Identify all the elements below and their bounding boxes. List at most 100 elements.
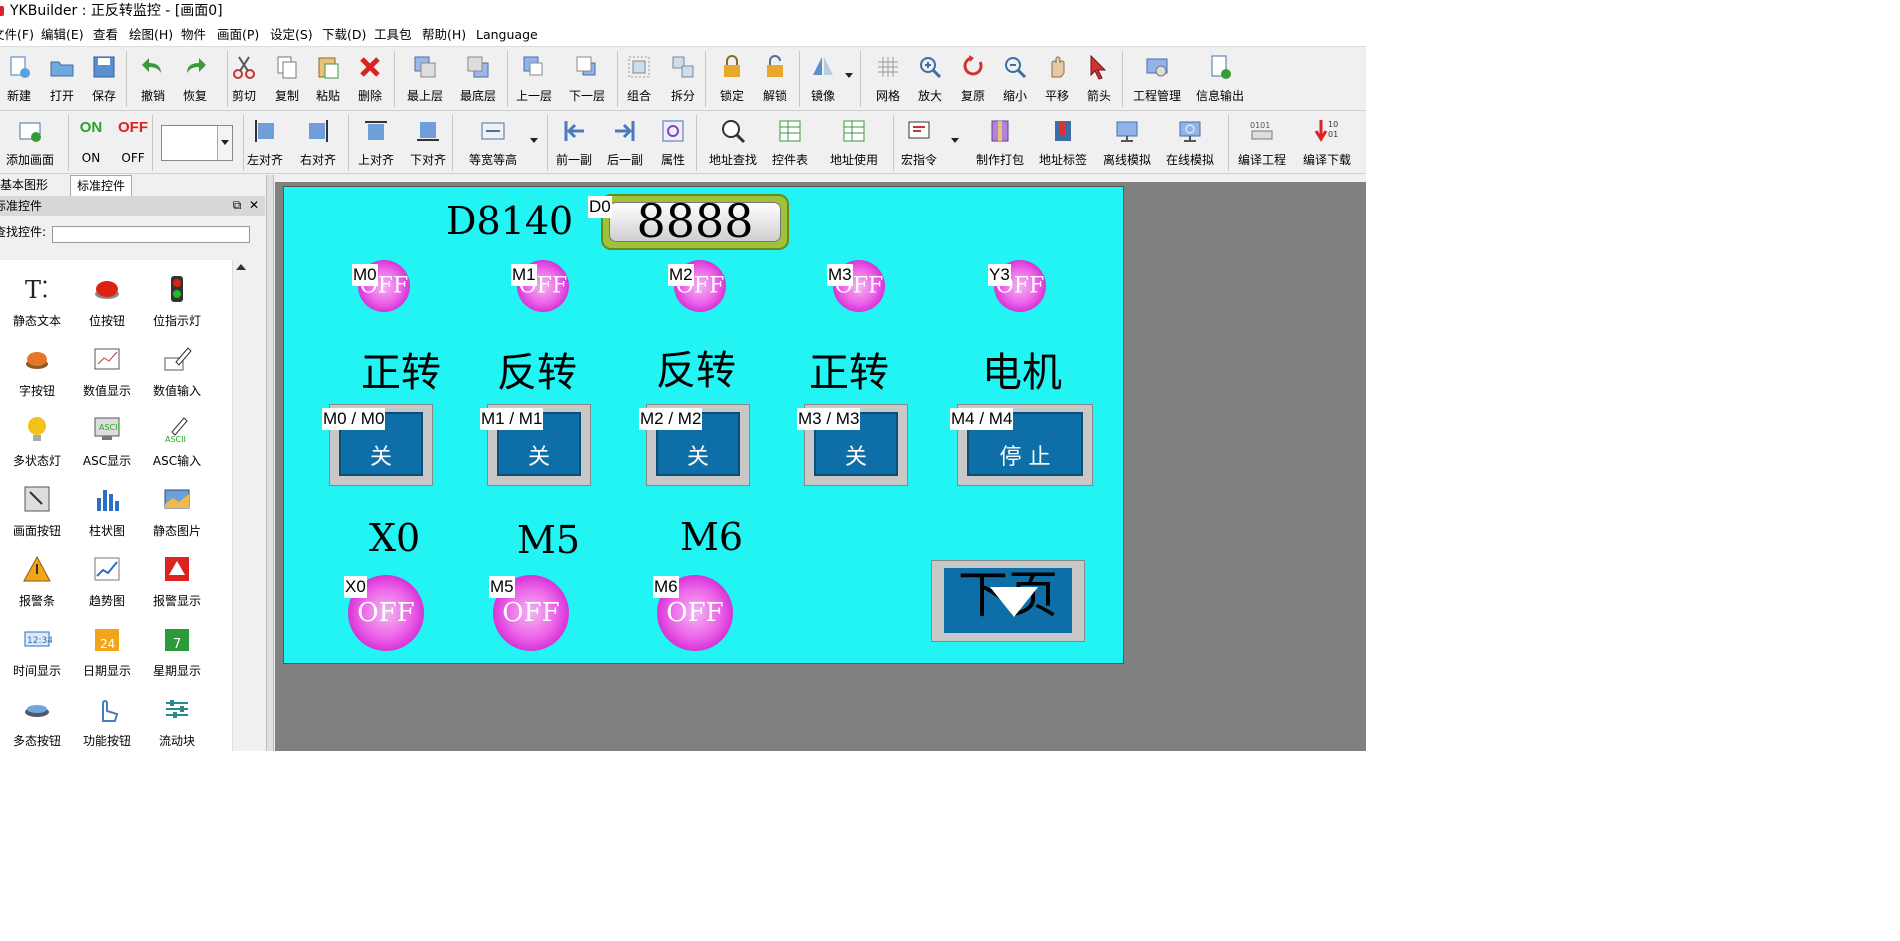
toolbar-button-address-tag[interactable]: 地址标签 <box>1038 111 1088 173</box>
toolbar-separator <box>152 115 153 171</box>
toolbar-button-align-left[interactable]: 左对齐 <box>240 111 290 173</box>
toolbar-button-send-to-back[interactable]: 最底层 <box>453 47 503 109</box>
palette-item-date-display[interactable]: 24 日期显示 <box>72 620 142 682</box>
palette-item-static-picture[interactable]: 静态图片 <box>142 480 212 542</box>
toolbar-button-add-screen[interactable]: 添加画面 <box>5 111 55 173</box>
menu-item-2[interactable]: 查看 <box>93 24 118 46</box>
palette-item-numeric-input[interactable]: 数值输入 <box>142 340 212 402</box>
menu-item-4[interactable]: 物件 <box>181 24 206 46</box>
toolbar-button-label: 最底层 <box>459 89 496 103</box>
toolbar-button-align-right[interactable]: 右对齐 <box>293 111 343 173</box>
toolbar-button-package[interactable]: 制作打包 <box>975 111 1025 173</box>
tab-basic-shapes[interactable]: 基本图形 <box>0 175 54 195</box>
same-size-dropdown-icon[interactable] <box>530 138 538 143</box>
toolbar-button-label: 地址查找 <box>708 153 757 167</box>
toolbar-button-send-backward[interactable]: 下一层 <box>562 47 612 109</box>
palette-item-static-text[interactable]: T 静态文本 <box>2 270 72 332</box>
static-text-icon: T <box>22 274 52 304</box>
tab-standard-controls[interactable]: 标准控件 <box>70 175 133 196</box>
display-address-label: D8140 <box>446 199 574 243</box>
menu-item-9[interactable]: 帮助(H) <box>422 24 466 46</box>
palette-item-function-button[interactable]: 功能按钮 <box>72 690 142 751</box>
toolbar-button-previous-screen[interactable]: 前一副 <box>549 111 599 173</box>
palette-item-screen-button[interactable]: 画面按钮 <box>2 480 72 542</box>
palette-item-bar-chart[interactable]: 柱状图 <box>72 480 142 542</box>
next-page-button[interactable]: 下页 <box>931 560 1085 642</box>
menu-item-10[interactable]: Language <box>476 24 538 46</box>
compile-download-icon: 10 01 <box>1313 117 1341 145</box>
palette-item-multi-state-button[interactable]: 多态按钮 <box>2 690 72 751</box>
app-window: YKBuilder : 正反转监控 - [画面0] 文件(F) 编辑(E) 查看绘图… <box>0 0 1366 751</box>
menu-item-3[interactable]: 绘图(H) <box>129 24 173 46</box>
palette-item-ascii-input[interactable]: ASCII ASC输入 <box>142 410 212 472</box>
toolbar-button-bring-forward[interactable]: 上一层 <box>509 47 559 109</box>
toolbar-button-mirror[interactable]: 镜像 <box>798 47 848 109</box>
toolbar-button-bring-to-front[interactable]: 最上层 <box>400 47 450 109</box>
word-button-icon <box>22 344 52 374</box>
palette-item-alarm-bar[interactable]: 报警条 <box>2 550 72 612</box>
palette-item-multi-state-lamp[interactable]: 多状态灯 <box>2 410 72 472</box>
palette-item-alarm-display[interactable]: 报警显示 <box>142 550 212 612</box>
close-panel-icon[interactable]: ✕ <box>247 198 261 212</box>
palette-scrollbar[interactable] <box>232 260 249 751</box>
toolbar-button-info-output[interactable]: 信息输出 <box>1195 47 1245 109</box>
function-button-icon <box>92 694 122 724</box>
scroll-up-icon[interactable] <box>236 264 246 270</box>
palette-item-trend-chart[interactable]: 趋势图 <box>72 550 142 612</box>
macro-dropdown-icon[interactable] <box>951 138 959 143</box>
panel-splitter[interactable] <box>266 175 274 751</box>
palette-item-time-display[interactable]: 12:34 时间显示 <box>2 620 72 682</box>
float-panel-icon[interactable]: ⧉ <box>230 198 244 212</box>
line-style-combo[interactable] <box>161 125 233 161</box>
palette-item-bit-indicator-light[interactable]: 位指示灯 <box>142 270 212 332</box>
mirror-dropdown-icon[interactable] <box>845 73 853 78</box>
label-reverse-1: 反转 <box>497 350 577 396</box>
menu-item-1[interactable]: 编辑(E) <box>41 24 84 46</box>
numeric-display-d0[interactable]: 8888 <box>601 194 789 250</box>
toolbar-separator <box>696 115 697 171</box>
toolbar-button-delete[interactable]: 删除 <box>345 47 395 109</box>
toolbar-button-online-sim[interactable]: 在线模拟 <box>1165 111 1215 173</box>
palette-item-numeric-display[interactable]: 数值显示 <box>72 340 142 402</box>
toolbar-button-off-text[interactable]: OFF OFF <box>108 111 158 173</box>
restore-icon <box>959 53 987 81</box>
multi-state-lamp-icon <box>22 414 52 444</box>
palette-item-ascii-display[interactable]: ASCII ASC显示 <box>72 410 142 472</box>
palette-item-label: 星期显示 <box>152 664 201 678</box>
toolbar-button-address-usage[interactable]: 地址使用 <box>829 111 879 173</box>
flow-block-icon <box>162 694 192 724</box>
menu-item-6[interactable]: 设定(S) <box>270 24 313 46</box>
menu-item-7[interactable]: 下载(D) <box>322 24 366 46</box>
search-label: 查找控件: <box>0 225 47 239</box>
toolbar-button-compile[interactable]: 0101 编译工程 <box>1237 111 1287 173</box>
palette-item-bit-button[interactable]: 位按钮 <box>72 270 142 332</box>
arrow-pointer-icon <box>1085 53 1113 81</box>
menu-item-8[interactable]: 工具包 <box>374 24 412 46</box>
toolbar-button-align-bottom[interactable]: 下对齐 <box>403 111 453 173</box>
palette-item-flow-block[interactable]: 流动块 <box>142 690 212 751</box>
package-icon <box>986 117 1014 145</box>
palette-item-word-button[interactable]: 字按钮 <box>2 340 72 402</box>
toolbar-button-label: OFF <box>121 151 145 165</box>
toolbar-button-properties[interactable]: 属性 <box>648 111 698 173</box>
toolbar-button-arrow-pointer[interactable]: 箭头 <box>1074 47 1124 109</box>
toolbar-button-same-size[interactable]: 等宽等高 <box>468 111 518 173</box>
toolbar-button-offline-sim[interactable]: 离线模拟 <box>1102 111 1152 173</box>
svg-text:12:34: 12:34 <box>27 636 52 646</box>
search-input[interactable] <box>52 226 250 243</box>
toolbar-button-compile-download[interactable]: 10 01 编译下载 <box>1302 111 1352 173</box>
alarm-bar-icon <box>22 554 52 584</box>
toolbar-button-label: 地址使用 <box>829 153 878 167</box>
address-search-icon <box>719 117 747 145</box>
toolbar-button-align-top[interactable]: 上对齐 <box>351 111 401 173</box>
lamp-address-tag: M2 <box>668 264 694 286</box>
menu-item-0[interactable]: 文件(F) <box>0 24 34 46</box>
palette-item-weekday-display[interactable]: 7 星期显示 <box>142 620 212 682</box>
toolbar-button-address-search[interactable]: 地址查找 <box>708 111 758 173</box>
toolbar-button-macro[interactable]: 宏指令 <box>894 111 944 173</box>
toolbar-button-control-table[interactable]: 控件表 <box>765 111 815 173</box>
toolbar-button-project-manager[interactable]: 工程管理 <box>1132 47 1182 109</box>
menu-item-5[interactable]: 画面(P) <box>217 24 259 46</box>
palette-item-label: 静态图片 <box>152 524 201 538</box>
macro-icon <box>905 117 933 145</box>
